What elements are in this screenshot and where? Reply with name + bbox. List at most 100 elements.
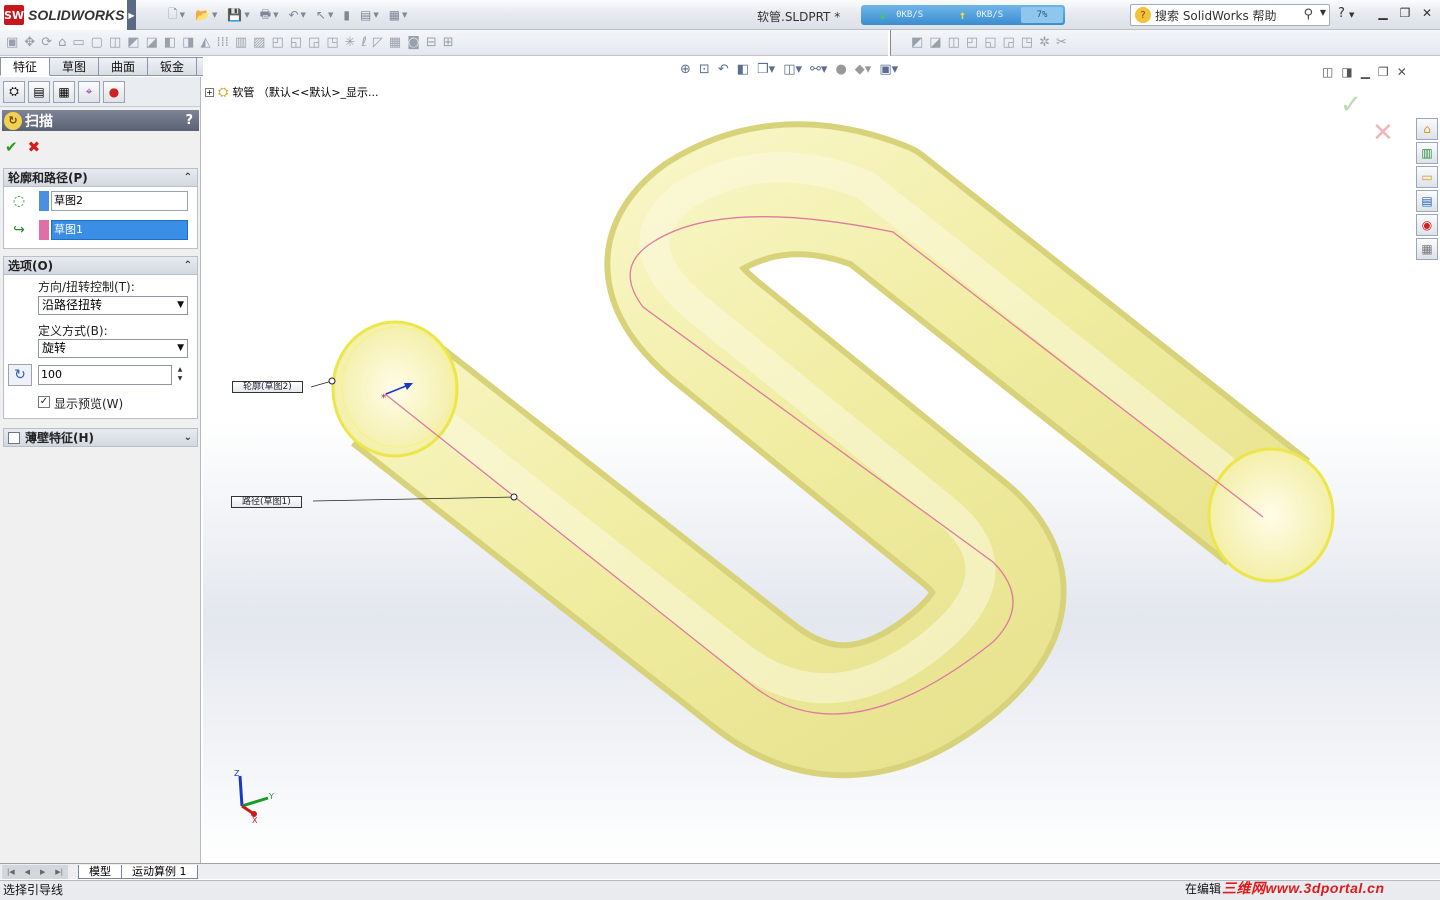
minimize-view-icon[interactable]: ▁ <box>1361 65 1370 79</box>
dropdown-arrow-icon[interactable]: ▼ <box>328 11 333 19</box>
split-icon[interactable]: ⊟ <box>426 35 437 50</box>
dropdown-arrow-icon[interactable]: ▼ <box>301 11 306 19</box>
profile-path-section-header[interactable]: 轮廓和路径(P) ⌃ <box>3 168 198 187</box>
expand-chevron-icon[interactable]: ⌄ <box>184 432 192 443</box>
rebuild-icon[interactable]: ▮ <box>343 8 350 22</box>
thin-feature-checkbox[interactable] <box>8 431 20 444</box>
dome-icon[interactable]: ◲ <box>308 35 320 50</box>
open-icon[interactable]: 📂 <box>195 8 210 22</box>
search-dropdown-icon[interactable]: ▼ <box>1320 8 1326 17</box>
split-view-icon[interactable]: ◨ <box>1341 65 1352 79</box>
path-selection-box[interactable]: 草图1 <box>51 220 188 240</box>
trim-icon[interactable]: ✂ <box>1056 35 1067 50</box>
pm-help-button[interactable]: ? <box>185 113 193 128</box>
tile-icon[interactable]: ◫ <box>1322 65 1333 79</box>
tree-expand-icon[interactable]: + <box>205 87 214 97</box>
help-search-input[interactable]: ? 搜索 SolidWorks 帮助 ⚲ ▼ <box>1130 4 1330 26</box>
rectangle-tool-icon[interactable]: ◰ <box>966 35 978 50</box>
draft-icon[interactable]: ◰ <box>271 35 283 50</box>
section-icon[interactable]: ▦ <box>389 35 401 50</box>
file-properties-icon[interactable]: ▤ <box>360 8 371 22</box>
line-tool-icon[interactable]: ◫ <box>948 35 960 50</box>
solidworks-resources-icon[interactable]: ⌂ <box>1416 118 1438 140</box>
profile-selection-box[interactable]: 草图2 <box>51 191 188 211</box>
dropdown-arrow-icon[interactable]: ▼ <box>244 11 249 19</box>
rib-icon[interactable]: ▥ <box>235 35 247 50</box>
previous-view-icon[interactable]: ↶ <box>718 62 729 77</box>
undo-icon[interactable]: ↶ <box>288 8 298 22</box>
collapse-chevron-icon[interactable]: ⌃ <box>184 172 192 183</box>
revolve-icon[interactable]: ✥ <box>24 35 35 50</box>
reference-geometry-icon[interactable]: ✳ <box>345 35 356 50</box>
dropdown-arrow-icon[interactable]: ▼ <box>273 11 278 19</box>
confirm-ok-icon[interactable]: ✓ <box>1340 90 1362 120</box>
tab-sketch[interactable]: 草图 <box>50 57 100 76</box>
edit-appearance-icon[interactable]: ● <box>835 62 846 77</box>
view-palette-icon[interactable]: ▤ <box>1416 190 1438 212</box>
menu-expand-arrow[interactable]: ▶ <box>127 0 136 30</box>
help-button[interactable]: ? ▼ <box>1338 6 1354 21</box>
tab-motion-study[interactable]: 运动算例 1 <box>121 864 198 879</box>
hole-wizard-icon[interactable]: ◙ <box>407 35 420 50</box>
close-icon[interactable]: ✕ <box>1418 6 1436 22</box>
fillet-sketch-icon[interactable]: ✲ <box>1039 35 1050 50</box>
profile-callout[interactable]: 轮廓(草图2) <box>232 381 303 393</box>
circle-tool-icon[interactable]: ◱ <box>984 35 996 50</box>
dropdown-arrow-icon[interactable]: ▼ <box>212 11 217 19</box>
thin-feature-section-header[interactable]: 薄壁特征(H) ⌄ <box>3 428 198 447</box>
ok-check-icon[interactable]: ✔ <box>5 138 18 156</box>
dimxpert-manager-icon[interactable]: ⌖ <box>78 80 100 103</box>
minimize-icon[interactable]: ▁ <box>1374 6 1392 22</box>
save-icon[interactable]: 💾 <box>227 8 242 22</box>
tab-model[interactable]: 模型 <box>78 864 122 879</box>
define-by-dropdown[interactable]: 旋转 ▼ <box>38 339 188 358</box>
restore-view-icon[interactable]: ❐ <box>1378 65 1389 79</box>
dropdown-arrow-icon[interactable]: ▼ <box>177 340 184 357</box>
options-section-header[interactable]: 选项(O) ⌃ <box>3 256 198 275</box>
boundary-cut-icon[interactable]: ◧ <box>164 35 176 50</box>
print-icon[interactable]: 🖶 <box>260 5 271 26</box>
pattern-icon[interactable]: ⁞⁞⁞ <box>216 35 228 50</box>
smart-dimension-icon[interactable]: ◪ <box>929 35 941 50</box>
close-view-icon[interactable]: ✕ <box>1397 65 1407 79</box>
view-orientation-icon[interactable]: ❒▾ <box>757 62 775 77</box>
arc-tool-icon[interactable]: ◲ <box>1002 35 1014 50</box>
hide-show-items-icon[interactable]: ⚯▾ <box>810 62 827 77</box>
section-view-icon[interactable]: ◧ <box>737 62 749 77</box>
restore-icon[interactable]: ❐ <box>1396 6 1414 22</box>
turns-direction-icon[interactable]: ↻ <box>8 364 32 386</box>
view-settings-icon[interactable]: ▣▾ <box>879 62 898 77</box>
sweep-cut-icon[interactable]: ◩ <box>127 35 139 50</box>
search-icon[interactable]: ⚲ <box>1303 7 1313 22</box>
sketch-tool-icon[interactable]: ◩ <box>911 35 923 50</box>
file-explorer-icon[interactable]: ▭ <box>1416 166 1438 188</box>
path-callout[interactable]: 路径(草图1) <box>231 496 302 508</box>
chamfer-icon[interactable]: ◭ <box>200 35 210 50</box>
curves-icon[interactable]: ℓ <box>362 35 367 50</box>
turns-spinner[interactable]: ▲ ▼ <box>175 365 185 385</box>
wrap-icon[interactable]: ◱ <box>290 35 302 50</box>
loft-icon[interactable]: ⌂ <box>58 35 66 50</box>
feature-tree-flyout[interactable]: + ⛭ 软管 （默认<<默认>_显示... <box>205 84 379 100</box>
extrude-boss-icon[interactable]: ▣ <box>6 35 18 50</box>
options-icon[interactable]: ▦ <box>389 8 400 22</box>
fillet-icon[interactable]: ◨ <box>182 35 194 50</box>
dropdown-arrow-icon[interactable]: ▼ <box>177 297 184 314</box>
dropdown-arrow-icon[interactable]: ▼ <box>373 11 378 19</box>
cancel-x-icon[interactable]: ✖ <box>28 138 41 156</box>
property-manager-icon[interactable]: ▤ <box>28 80 50 103</box>
spline-tool-icon[interactable]: ◳ <box>1021 35 1033 50</box>
revolve-cut-icon[interactable]: ◫ <box>109 35 121 50</box>
boundary-icon[interactable]: ▭ <box>72 35 84 50</box>
loft-cut-icon[interactable]: ◪ <box>146 35 158 50</box>
tab-sheetmetal[interactable]: 钣金 <box>148 57 198 76</box>
confirm-cancel-icon[interactable]: ✕ <box>1372 118 1394 148</box>
display-style-icon[interactable]: ◫▾ <box>783 62 802 77</box>
new-doc-icon[interactable]: 🗋 <box>168 5 178 26</box>
feature-manager-icon[interactable]: ⛭ <box>3 80 25 103</box>
tab-surfaces[interactable]: 曲面 <box>99 57 149 76</box>
appearances-icon[interactable]: ◉ <box>1416 214 1438 236</box>
combine-icon[interactable]: ⊞ <box>443 35 454 50</box>
dropdown-arrow-icon[interactable]: ▼ <box>402 11 407 19</box>
tab-scroll-buttons[interactable]: |◀ ◀ ▶ ▶| <box>2 864 68 879</box>
